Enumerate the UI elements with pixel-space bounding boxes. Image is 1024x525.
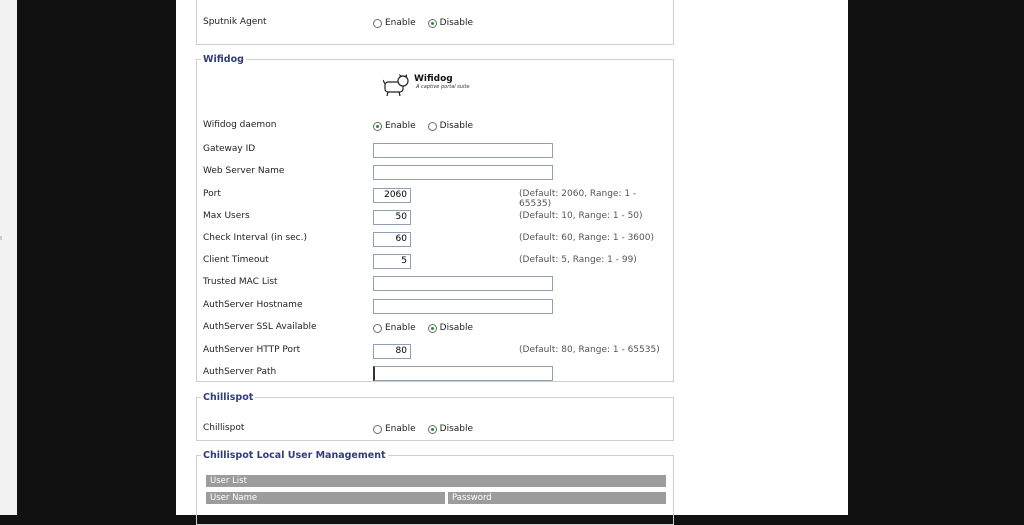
wifidog-enable-radio[interactable]: Enable: [373, 121, 416, 131]
radio-circle: [427, 121, 437, 131]
password-column-header: Password: [448, 492, 666, 504]
client-timeout-input[interactable]: [373, 253, 411, 269]
web-server-name-label: Web Server Name: [203, 166, 285, 176]
gateway-id-input[interactable]: [373, 142, 553, 158]
chillispot-disable-radio[interactable]: Disable: [427, 424, 474, 434]
wifidog-daemon-label: Wifidog daemon: [203, 120, 277, 130]
port-label: Port: [203, 189, 221, 199]
auth-http-port-hint: (Default: 80, Range: 1 - 65535): [519, 345, 660, 355]
chillispot-legend: Chillispot: [203, 392, 254, 403]
web-server-name-input[interactable]: [373, 164, 553, 180]
sputnik-section: Sputnik Agent Enable Disable: [196, 0, 674, 45]
sputnik-agent-label: Sputnik Agent: [203, 17, 267, 27]
radio-label: Disable: [439, 323, 474, 333]
wifidog-section: Wifidog Wifidog A captive portal suite W…: [196, 54, 674, 382]
radio-circle: [373, 18, 382, 28]
radio-label: Disable: [439, 18, 474, 28]
wifidog-disable-radio[interactable]: Disable: [427, 121, 474, 131]
auth-ssl-enable-radio[interactable]: Enable: [373, 323, 416, 333]
auth-path-input[interactable]: [373, 365, 553, 381]
radio-label: Enable: [385, 424, 416, 434]
user-name-column-header: User Name: [206, 492, 445, 504]
check-interval-input[interactable]: [373, 231, 411, 247]
auth-hostname-label: AuthServer Hostname: [203, 300, 303, 310]
radio-label: Enable: [385, 121, 416, 131]
radio-circle: [373, 323, 382, 333]
radio-circle-selected: [427, 18, 437, 28]
auth-path-label: AuthServer Path: [203, 367, 277, 377]
wifidog-logo-subtitle: A captive portal suite: [416, 84, 470, 90]
radio-circle-selected: [427, 323, 437, 333]
radio-circle-selected: [427, 424, 437, 434]
client-timeout-label: Client Timeout: [203, 255, 269, 265]
check-interval-label: Check Interval (in sec.): [203, 233, 307, 243]
user-list-header: User List: [206, 475, 666, 487]
radio-label: Disable: [439, 424, 474, 434]
wifidog-legend: Wifidog: [203, 54, 244, 65]
chillispot-enable-radio[interactable]: Enable: [373, 424, 416, 434]
client-timeout-hint: (Default: 5, Range: 1 - 99): [519, 255, 637, 265]
auth-hostname-input[interactable]: [373, 298, 553, 314]
trusted-mac-label: Trusted MAC List: [203, 277, 278, 287]
radio-label: Enable: [385, 323, 416, 333]
check-interval-hint: (Default: 60, Range: 1 - 3600): [519, 233, 654, 243]
gateway-id-label: Gateway ID: [203, 144, 256, 154]
radio-circle: [373, 424, 382, 434]
sputnik-disable-radio[interactable]: Disable: [427, 18, 474, 28]
left-scroll-rail: [0, 0, 17, 515]
max-users-input[interactable]: [373, 209, 411, 225]
chillispot-user-mgmt-section: Chillispot Local User Management User Li…: [196, 450, 674, 525]
wifidog-dog-icon: [383, 74, 409, 96]
wifidog-logo-title: Wifidog: [414, 74, 453, 84]
settings-page: Sputnik Agent Enable Disable Wifidog Wif…: [176, 0, 848, 525]
trusted-mac-input[interactable]: [373, 275, 553, 291]
auth-http-port-label: AuthServer HTTP Port: [203, 345, 301, 355]
sputnik-enable-radio[interactable]: Enable: [373, 18, 416, 28]
chillispot-section: Chillispot Chillispot Enable Disable: [196, 392, 674, 441]
edge-marker: [0, 236, 2, 240]
max-users-label: Max Users: [203, 211, 250, 221]
chillispot-label: Chillispot: [203, 423, 245, 433]
port-hint: (Default: 2060, Range: 1 - 65535): [519, 189, 637, 209]
port-input[interactable]: [373, 187, 411, 203]
radio-label: Disable: [439, 121, 474, 131]
auth-http-port-input[interactable]: [373, 343, 411, 359]
wifidog-logo: Wifidog A captive portal suite: [383, 74, 469, 96]
auth-ssl-disable-radio[interactable]: Disable: [427, 323, 474, 333]
radio-circle-selected: [373, 121, 382, 131]
auth-ssl-label: AuthServer SSL Available: [203, 322, 317, 332]
chillispot-user-mgmt-legend: Chillispot Local User Management: [203, 450, 386, 461]
radio-label: Enable: [385, 18, 416, 28]
max-users-hint: (Default: 10, Range: 1 - 50): [519, 211, 643, 221]
